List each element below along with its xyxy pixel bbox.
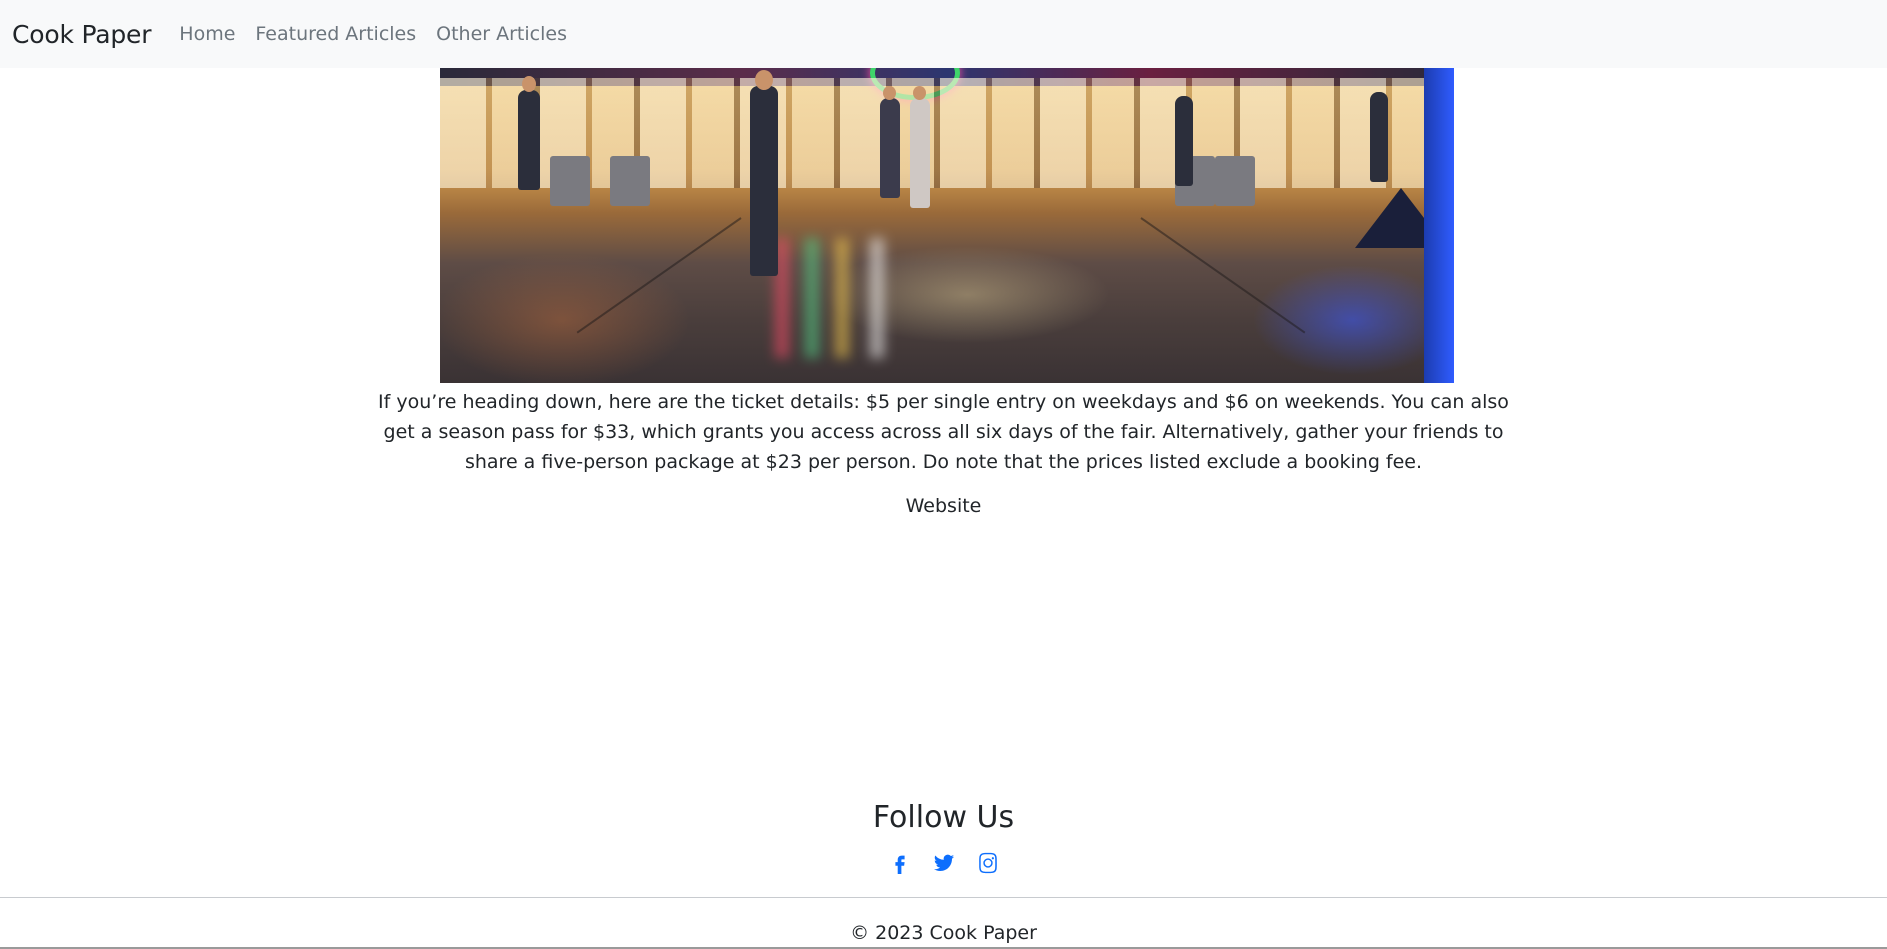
hero-person [1175, 96, 1193, 186]
follow-us-heading: Follow Us [872, 800, 1015, 835]
hero-person [518, 90, 540, 190]
hero-reflection [870, 238, 884, 358]
article-body: If you’re heading down, here are the tic… [370, 387, 1517, 477]
hero-reflection [835, 238, 849, 358]
copyright-text: © 2023 Cook Paper [850, 922, 1037, 944]
facebook-icon [894, 855, 905, 874]
hero-booths [440, 78, 1454, 188]
nav-link-home[interactable]: Home [179, 23, 235, 45]
twitter-link[interactable] [932, 851, 956, 875]
instagram-link[interactable] [976, 851, 1000, 875]
nav-link-featured-articles[interactable]: Featured Articles [255, 23, 416, 45]
hero-bin [1215, 156, 1255, 206]
instagram-icon [978, 852, 997, 874]
brand-logo-link[interactable]: Cook Paper [12, 20, 151, 49]
navbar: Cook Paper Home Featured Articles Other … [0, 0, 1887, 68]
website-link[interactable]: Website [0, 495, 1887, 517]
article-hero-image [440, 68, 1454, 383]
hero-blue-wall [1424, 68, 1454, 383]
hero-person [880, 98, 900, 198]
hero-bin [550, 156, 590, 206]
article-paragraph: If you’re heading down, here are the tic… [378, 391, 1509, 473]
hero-floor-line [1140, 217, 1306, 334]
social-links [0, 851, 1887, 875]
facebook-link[interactable] [888, 851, 912, 875]
footer-divider [0, 897, 1887, 898]
hero-person-head [913, 86, 926, 100]
twitter-icon [933, 854, 954, 871]
nav-link-other-articles[interactable]: Other Articles [436, 23, 567, 45]
hero-person-head [522, 76, 536, 92]
hero-person-head [883, 86, 896, 100]
hero-person [910, 98, 930, 208]
hero-bin [610, 156, 650, 206]
nav-links: Home Featured Articles Other Articles [179, 23, 587, 45]
hero-person-head [755, 70, 773, 90]
hero-person [750, 86, 778, 276]
hero-reflection [805, 238, 819, 358]
hero-person [1370, 92, 1388, 182]
hero-floor-line [576, 217, 742, 334]
